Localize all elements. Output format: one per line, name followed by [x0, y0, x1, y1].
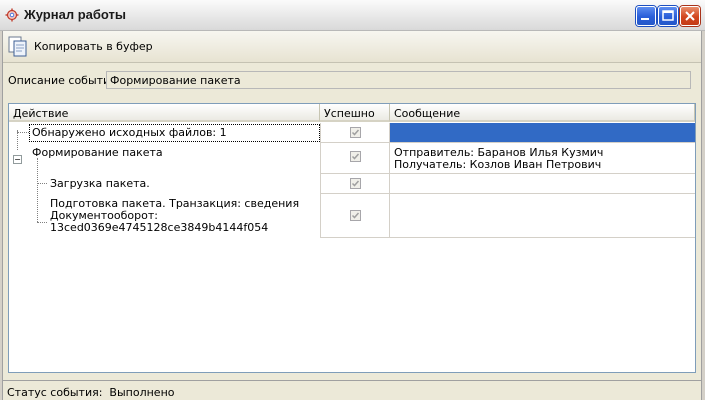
row-message-cell	[390, 194, 695, 238]
row-message-cell: Отправитель: Баранов Илья Кузмич Получат…	[390, 143, 695, 174]
copy-button-label: Копировать в буфер	[34, 39, 153, 53]
success-checkbox[interactable]	[350, 151, 361, 162]
title-bar[interactable]: Журнал работы	[0, 0, 705, 31]
window-frame-left	[0, 31, 3, 400]
tree-line	[37, 183, 47, 184]
checkmark-icon	[351, 180, 360, 187]
row-action: Обнаружено исходных файлов: 1	[32, 126, 227, 139]
success-checkbox[interactable]	[350, 210, 361, 221]
checkmark-icon	[351, 153, 360, 160]
column-header-success[interactable]: Успешно	[320, 104, 390, 122]
column-header-message[interactable]: Сообщение	[390, 104, 695, 122]
row-action: 13ced0369e4745128ce3849b4144f054	[50, 221, 269, 234]
collapse-toggle-icon[interactable]: −	[13, 155, 22, 164]
success-checkbox[interactable]	[350, 127, 361, 138]
close-button[interactable]	[680, 6, 700, 26]
event-description-value: Формирование пакета	[110, 74, 241, 87]
success-checkbox[interactable]	[350, 178, 361, 189]
row-message-cell	[390, 174, 695, 194]
message-line: Получатель: Козлов Иван Петрович	[394, 158, 602, 171]
clipboard-copy-icon	[7, 35, 29, 57]
maximize-button[interactable]	[658, 6, 678, 26]
minimize-icon	[641, 18, 649, 20]
minimize-button[interactable]	[636, 6, 656, 26]
window-title: Журнал работы	[24, 7, 126, 22]
column-header-action[interactable]: Действие	[9, 104, 320, 122]
tree-line	[17, 132, 29, 133]
row-message-cell	[390, 123, 695, 143]
status-value: Выполнено	[109, 386, 175, 399]
table-row[interactable]: − Формирование пакета Отправитель: Баран…	[9, 143, 695, 174]
row-success-cell	[320, 123, 390, 143]
row-success-cell	[320, 143, 390, 174]
status-label: Статус события:	[7, 386, 103, 399]
row-success-cell	[320, 194, 390, 238]
table-row[interactable]: Загрузка пакета.	[9, 174, 695, 194]
toolbar: Копировать в буфер	[3, 31, 701, 63]
maximize-icon	[662, 10, 674, 21]
row-action: Формирование пакета	[32, 146, 163, 159]
tree-line	[37, 222, 47, 223]
checkmark-icon	[351, 129, 360, 136]
event-log-grid[interactable]: Действие Успешно Сообщение Обнаружено ис…	[8, 103, 696, 373]
table-row[interactable]: Обнаружено исходных файлов: 1	[9, 123, 695, 143]
table-row[interactable]: Подготовка пакета. Транзакция: сведения …	[9, 194, 695, 238]
event-description-label: Описание события	[8, 74, 117, 87]
event-description-field[interactable]: Формирование пакета	[106, 71, 691, 89]
gear-icon	[5, 8, 19, 22]
status-bar: Статус события: Выполнено	[3, 380, 701, 400]
window-frame-right	[701, 31, 705, 400]
copy-to-clipboard-button[interactable]: Копировать в буфер	[7, 34, 159, 58]
row-action: Загрузка пакета.	[50, 177, 150, 190]
row-success-cell	[320, 174, 390, 194]
close-icon	[685, 11, 695, 21]
checkmark-icon	[351, 212, 360, 219]
